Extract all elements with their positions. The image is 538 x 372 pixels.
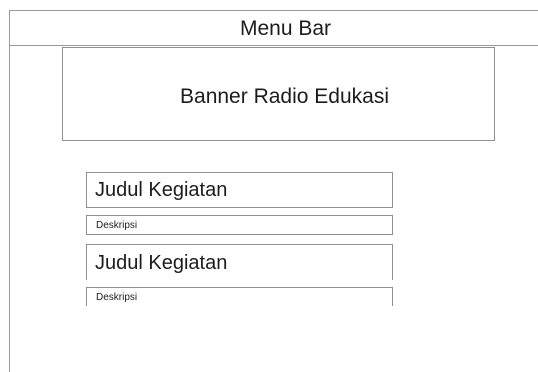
activity-title-1[interactable]: Judul Kegiatan [86,172,393,208]
activity-description-1: Deskripsi [86,215,393,235]
banner-radio-edukasi: Banner Radio Edukasi [62,47,495,141]
menu-bar[interactable]: Menu Bar [9,10,538,46]
activity-title-2[interactable]: Judul Kegiatan [86,244,393,280]
frame-left-border [9,10,10,372]
menu-bar-label: Menu Bar [239,17,332,40]
activity-description-2: Deskripsi [86,287,393,306]
banner-label: Banner Radio Edukasi [180,85,389,108]
